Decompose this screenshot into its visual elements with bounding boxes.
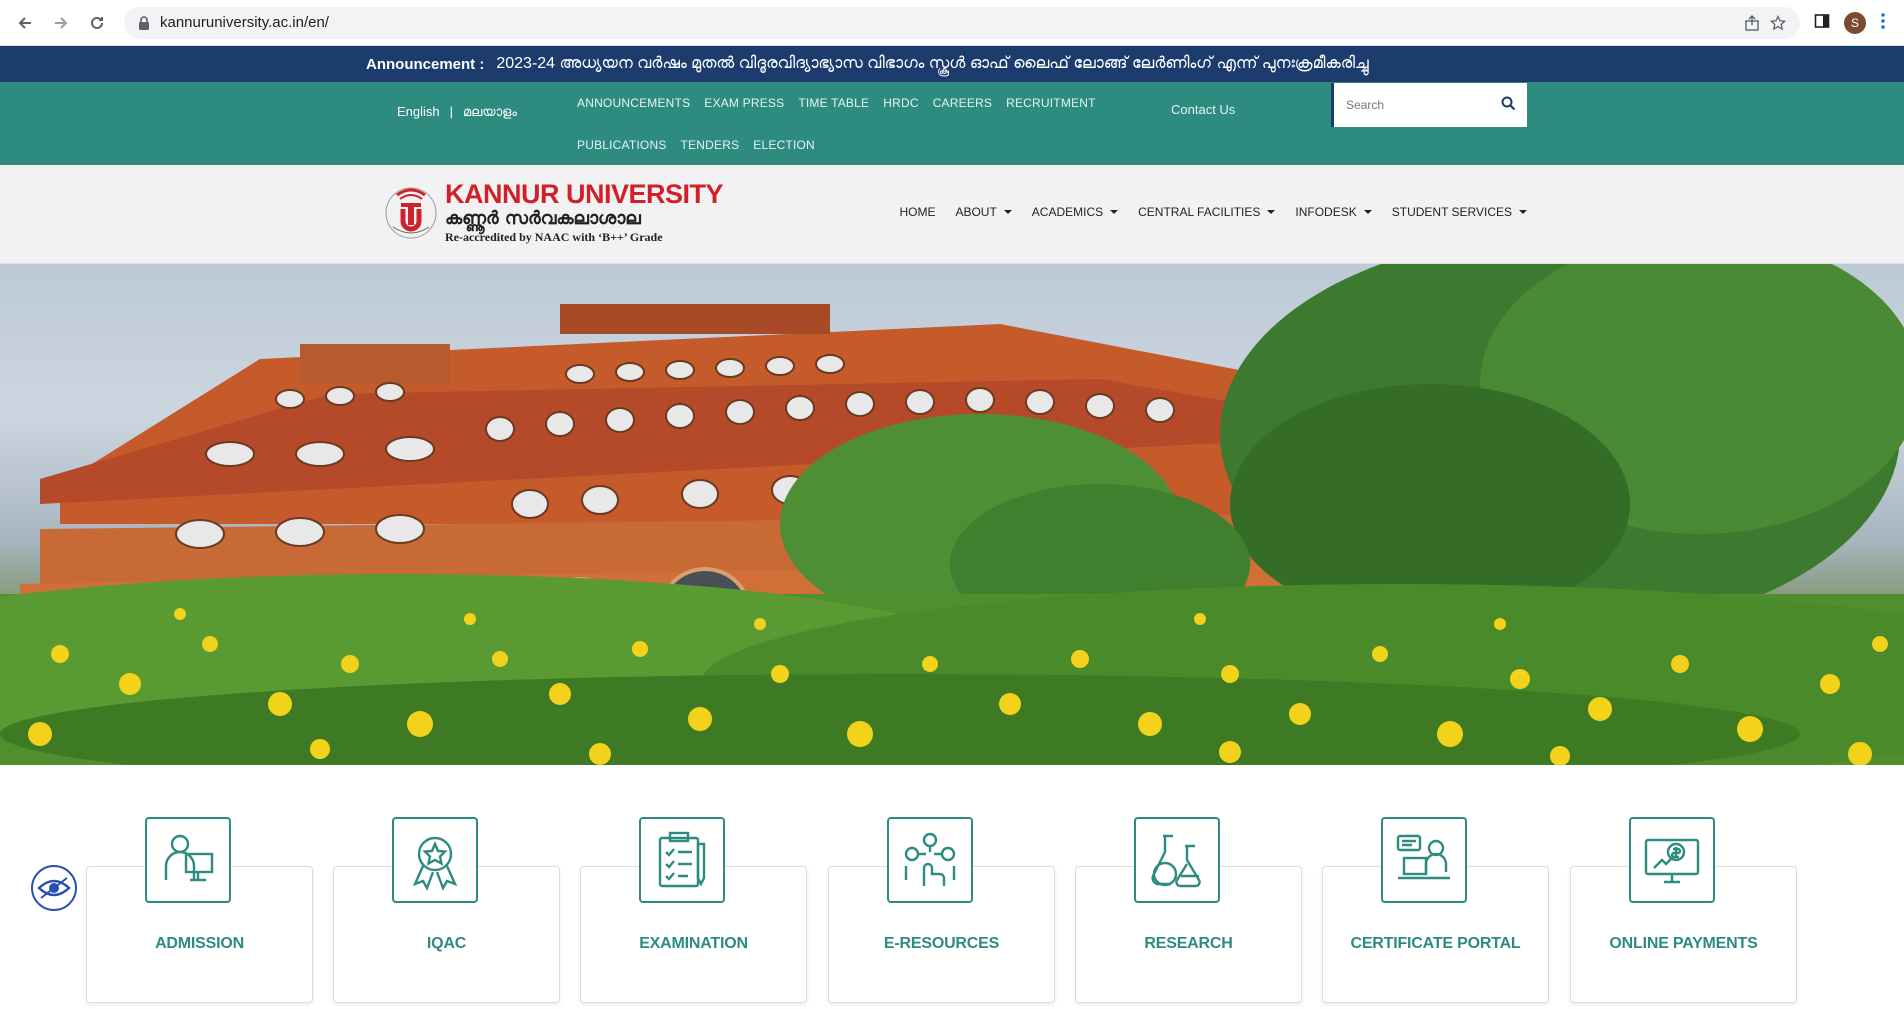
caret-down-icon — [1267, 210, 1276, 214]
nav-central-facilities-label: CENTRAL FACILITIES — [1138, 205, 1261, 219]
caret-down-icon — [1110, 210, 1119, 214]
university-seal-icon — [385, 187, 437, 239]
campus-photo — [0, 264, 1904, 765]
nav-student-services-label: STUDENT SERVICES — [1391, 205, 1512, 219]
side-panel-icon[interactable] — [1814, 13, 1830, 33]
lang-separator: | — [449, 104, 454, 119]
link-exam-press[interactable]: EXAM PRESS — [704, 82, 784, 124]
link-recruitment[interactable]: RECRUITMENT — [1006, 82, 1096, 124]
nav-student-services[interactable]: STUDENT SERVICES — [1392, 205, 1527, 219]
menu-dots-icon[interactable] — [1880, 12, 1886, 34]
forward-icon[interactable] — [46, 8, 76, 38]
nav-academics[interactable]: ACADEMICS — [1031, 205, 1119, 219]
award-icon[interactable] — [392, 817, 478, 903]
quick-link-label: RESEARCH — [1144, 935, 1233, 952]
link-tenders[interactable]: TENDERS — [681, 124, 740, 166]
quick-link-label: ONLINE PAYMENTS — [1609, 935, 1758, 952]
search-input[interactable] — [1346, 98, 1501, 112]
quick-link-label: CERTIFICATE PORTAL — [1350, 935, 1521, 952]
nav-infodesk-label: INFODESK — [1295, 205, 1357, 219]
quick-link-label: IQAC — [426, 935, 467, 952]
announcement-text[interactable]: 2023-24 അധ്യയന വർഷം മുതൽ വിദൂരവിദ്യാഭ്യാ… — [496, 55, 1368, 73]
link-publications[interactable]: PUBLICATIONS — [577, 124, 667, 166]
lang-malayalam[interactable]: മലയാളം — [463, 104, 517, 120]
link-time-table[interactable]: TIME TABLE — [798, 82, 869, 124]
bookmark-star-icon[interactable] — [1770, 14, 1786, 31]
profile-avatar[interactable]: S — [1844, 11, 1866, 34]
utility-bar: English | മലയാളം ANNOUNCEMENTS EXAM PRES… — [0, 82, 1904, 165]
nav-home-label: HOME — [899, 205, 936, 219]
url-text[interactable]: kannuruniversity.ac.in/en/ — [160, 14, 1734, 31]
share-icon[interactable] — [1744, 14, 1760, 31]
nav-infodesk[interactable]: INFODESK — [1295, 205, 1372, 219]
caret-down-icon — [1519, 210, 1527, 214]
online-payment-icon[interactable] — [1629, 817, 1715, 903]
hero-banner-image — [0, 264, 1904, 765]
accessibility-eye-icon[interactable] — [31, 865, 77, 911]
quick-link-label: E-RESOURCES — [883, 935, 1000, 952]
quick-link-label: EXAMINATION — [639, 935, 748, 952]
network-touch-icon[interactable] — [887, 817, 973, 903]
site-header: KANNUR UNIVERSITY കണ്ണൂർ സർവകലാശാല Re-ac… — [0, 165, 1904, 264]
search-box — [1331, 83, 1527, 127]
contact-us-link[interactable]: Contact Us — [1171, 102, 1235, 117]
link-hrdc[interactable]: HRDC — [883, 82, 918, 124]
main-nav: HOME ABOUT ACADEMICS CENTRAL FACILITIES … — [899, 205, 1527, 219]
reload-icon[interactable] — [82, 8, 112, 38]
admission-icon[interactable] — [145, 817, 231, 903]
flask-icon[interactable] — [1134, 817, 1220, 903]
address-bar[interactable]: kannuruniversity.ac.in/en/ — [124, 6, 1800, 39]
nav-central-facilities[interactable]: CENTRAL FACILITIES — [1138, 205, 1276, 219]
lang-english[interactable]: English — [397, 104, 440, 120]
announcement-label: Announcement : — [366, 55, 485, 73]
back-icon[interactable] — [10, 8, 40, 38]
logo-accreditation: Re-accredited by NAAC with ‘B++’ Grade — [445, 230, 663, 244]
announcement-bar: Announcement : 2023-24 അധ്യയന വർഷം മുതൽ … — [0, 46, 1904, 82]
browser-toolbar: kannuruniversity.ac.in/en/ S — [0, 0, 1904, 46]
caret-down-icon — [1003, 210, 1012, 214]
search-icon[interactable] — [1501, 96, 1516, 114]
link-election[interactable]: ELECTION — [753, 124, 815, 166]
quick-links-section: ADMISSION IQAC EXAMINATION E-RESOURCES R… — [0, 765, 1904, 1009]
lock-icon[interactable] — [138, 15, 150, 30]
nav-about-label: ABOUT — [955, 205, 997, 219]
language-switcher: English | മലയാളം — [397, 104, 517, 120]
certificate-desk-icon[interactable] — [1381, 817, 1467, 903]
clipboard-checklist-icon[interactable] — [639, 817, 725, 903]
caret-down-icon — [1363, 210, 1372, 214]
utility-links: ANNOUNCEMENTS EXAM PRESS TIME TABLE HRDC… — [577, 82, 1097, 166]
nav-about[interactable]: ABOUT — [955, 205, 1012, 219]
link-careers[interactable]: CAREERS — [933, 82, 992, 124]
nav-academics-label: ACADEMICS — [1031, 205, 1104, 219]
link-announcements[interactable]: ANNOUNCEMENTS — [577, 82, 690, 124]
quick-link-label: ADMISSION — [155, 935, 244, 952]
logo-title: KANNUR UNIVERSITY — [445, 179, 724, 209]
logo-malayalam: കണ്ണൂർ സർവകലാശാല — [445, 208, 641, 229]
nav-home[interactable]: HOME — [899, 205, 935, 219]
university-logo[interactable]: KANNUR UNIVERSITY കണ്ണൂർ സർവകലാശാല Re-ac… — [383, 177, 724, 247]
